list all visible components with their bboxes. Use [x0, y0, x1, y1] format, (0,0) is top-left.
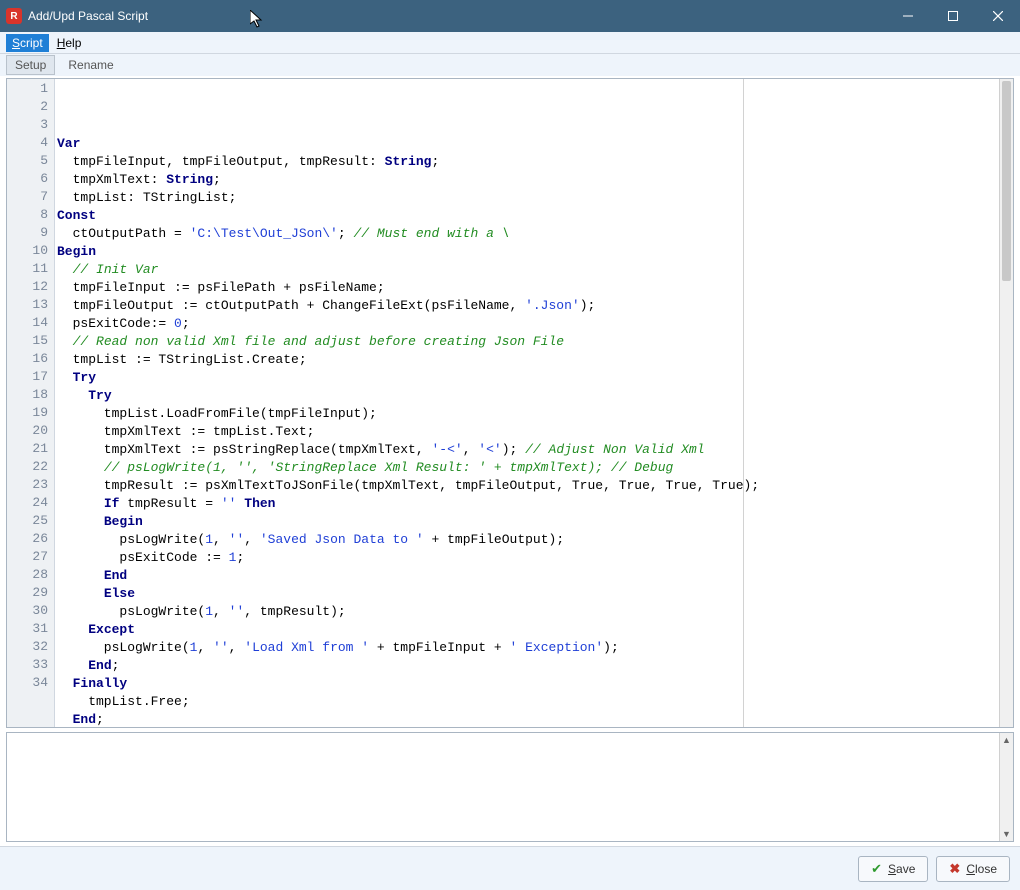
- code-line[interactable]: Else: [57, 585, 999, 603]
- app-icon: R: [6, 8, 22, 24]
- close-button-label: Close: [966, 862, 997, 876]
- code-line[interactable]: psLogWrite(1, '', tmpResult);: [57, 603, 999, 621]
- cross-icon: ✖: [949, 861, 960, 877]
- code-line[interactable]: // psLogWrite(1, '', 'StringReplace Xml …: [57, 459, 999, 477]
- code-line[interactable]: tmpXmlText := tmpList.Text;: [57, 423, 999, 441]
- code-editor[interactable]: 1234567891011121314151617181920212223242…: [6, 78, 1014, 728]
- code-line[interactable]: psExitCode:= 0;: [57, 315, 999, 333]
- code-line[interactable]: tmpFileOutput := ctOutputPath + ChangeFi…: [57, 297, 999, 315]
- code-line[interactable]: tmpList := TStringList.Create;: [57, 351, 999, 369]
- code-line[interactable]: // Init Var: [57, 261, 999, 279]
- code-line[interactable]: End;: [57, 711, 999, 727]
- code-line[interactable]: tmpList.Free;: [57, 693, 999, 711]
- menu-script[interactable]: Script: [6, 34, 49, 52]
- toolbar-setup[interactable]: Setup: [6, 55, 55, 75]
- code-line[interactable]: Const: [57, 207, 999, 225]
- code-line[interactable]: psLogWrite(1, '', 'Load Xml from ' + tmp…: [57, 639, 999, 657]
- window-title: Add/Upd Pascal Script: [28, 9, 148, 23]
- toolbar: SetupRename: [0, 54, 1020, 76]
- code-line[interactable]: Try: [57, 369, 999, 387]
- code-line[interactable]: tmpXmlText: String;: [57, 171, 999, 189]
- code-line[interactable]: tmpFileInput := psFilePath + psFileName;: [57, 279, 999, 297]
- code-line[interactable]: tmpXmlText := psStringReplace(tmpXmlText…: [57, 441, 999, 459]
- maximize-icon: [948, 11, 958, 21]
- code-line[interactable]: If tmpResult = '' Then: [57, 495, 999, 513]
- code-line[interactable]: End: [57, 567, 999, 585]
- code-line[interactable]: Begin: [57, 513, 999, 531]
- close-window-button[interactable]: [975, 0, 1020, 32]
- code-line[interactable]: tmpList: TStringList;: [57, 189, 999, 207]
- code-line[interactable]: Var: [57, 135, 999, 153]
- save-button[interactable]: ✔ Save: [858, 856, 928, 882]
- code-line[interactable]: tmpList.LoadFromFile(tmpFileInput);: [57, 405, 999, 423]
- code-line[interactable]: End;: [57, 657, 999, 675]
- check-icon: ✔: [871, 861, 882, 877]
- maximize-button[interactable]: [930, 0, 975, 32]
- close-button[interactable]: ✖ Close: [936, 856, 1010, 882]
- code-line[interactable]: Try: [57, 387, 999, 405]
- editor-scrollbar[interactable]: [999, 79, 1013, 727]
- menu-bar: ScriptHelp: [0, 32, 1020, 54]
- code-line[interactable]: tmpResult := psXmlTextToJSonFile(tmpXmlT…: [57, 477, 999, 495]
- cursor-icon: [250, 10, 266, 30]
- code-line[interactable]: psExitCode := 1;: [57, 549, 999, 567]
- code-line[interactable]: Finally: [57, 675, 999, 693]
- output-panel[interactable]: ▲ ▼: [6, 732, 1014, 842]
- toolbar-rename[interactable]: Rename: [59, 55, 122, 75]
- code-line[interactable]: // Read non valid Xml file and adjust be…: [57, 333, 999, 351]
- close-icon: [993, 11, 1003, 21]
- code-line[interactable]: ctOutputPath = 'C:\Test\Out_JSon\'; // M…: [57, 225, 999, 243]
- scroll-up-icon[interactable]: ▲: [1002, 735, 1011, 745]
- title-bar: R Add/Upd Pascal Script: [0, 0, 1020, 32]
- save-button-label: Save: [888, 862, 915, 876]
- output-scrollbar[interactable]: ▲ ▼: [999, 733, 1013, 841]
- code-line[interactable]: Except: [57, 621, 999, 639]
- bottom-button-bar: ✔ Save ✖ Close: [0, 846, 1020, 890]
- menu-help[interactable]: Help: [51, 34, 88, 52]
- code-area[interactable]: Var tmpFileInput, tmpFileOutput, tmpResu…: [55, 79, 999, 727]
- code-line[interactable]: Begin: [57, 243, 999, 261]
- code-line[interactable]: psLogWrite(1, '', 'Saved Json Data to ' …: [57, 531, 999, 549]
- minimize-button[interactable]: [885, 0, 930, 32]
- code-line[interactable]: tmpFileInput, tmpFileOutput, tmpResult: …: [57, 153, 999, 171]
- line-number-gutter: 1234567891011121314151617181920212223242…: [7, 79, 55, 727]
- print-margin-ruler: [743, 79, 744, 727]
- minimize-icon: [903, 11, 913, 21]
- scroll-down-icon[interactable]: ▼: [1002, 829, 1011, 839]
